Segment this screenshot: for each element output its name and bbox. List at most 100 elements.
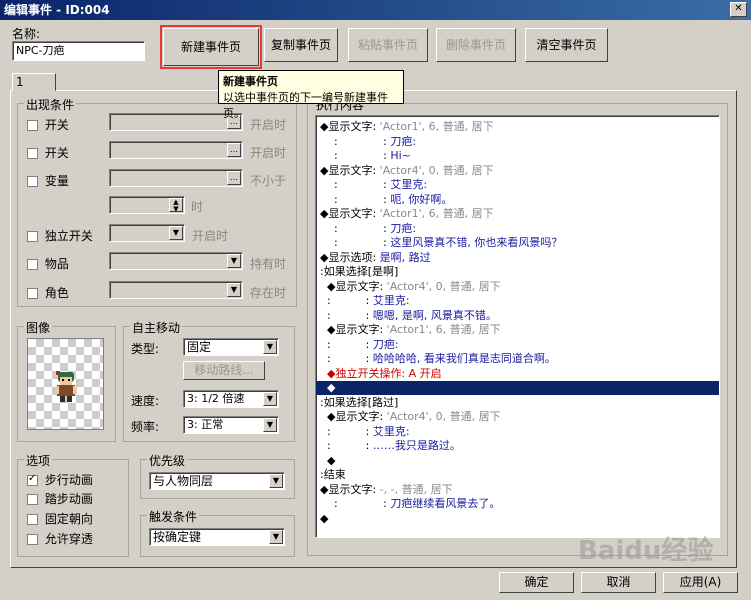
walk-anim-label: 步行动画 — [44, 473, 93, 487]
switch1-checkbox[interactable]: 开关 — [27, 116, 69, 133]
actor-checkbox[interactable]: 角色 — [27, 284, 69, 301]
command-row[interactable]: : : 呃, 你好啊。 — [320, 193, 452, 207]
command-text: ……我只是路过。 — [372, 439, 461, 452]
command-row[interactable]: ◆显示文字: -, -, 普通, 居下 — [320, 483, 453, 497]
self-switch-checkbox[interactable]: 独立开关 — [27, 227, 93, 244]
actor-suffix: 存在时 — [250, 286, 287, 300]
cancel-button[interactable]: 取消 — [581, 572, 656, 593]
command-text: -, -, 普通, 居下 — [376, 482, 453, 496]
command-text: 'Actor1', 6, 普通, 居下 — [376, 120, 494, 133]
move-route-button[interactable]: 移动路线... — [183, 361, 265, 380]
command-text: 刀疤: — [372, 337, 399, 351]
command-row[interactable]: :如果选择[是啊] — [320, 265, 398, 279]
walk-anim-checkbox[interactable]: 步行动画 — [27, 471, 93, 488]
fixed-direction-checkbox[interactable]: 固定朝向 — [27, 510, 93, 527]
command-row[interactable]: : : 刀疤继续看风景去了。 — [320, 497, 500, 511]
frequency-select[interactable]: 3: 正常 ▼ — [183, 416, 279, 434]
command-row[interactable]: : : 刀疤: — [320, 222, 416, 236]
self-switch-select[interactable]: ▼ — [109, 224, 185, 242]
priority-select[interactable]: 与人物同层 ▼ — [149, 472, 285, 490]
command-text: 'Actor4', 0, 普通, 居下 — [383, 410, 501, 423]
title-bar: 编辑事件 - ID:004 — [0, 0, 751, 20]
command-row[interactable]: :如果选择[路过] — [320, 396, 398, 410]
item-checkbox[interactable]: 物品 — [27, 255, 69, 272]
checkbox-box — [27, 259, 38, 270]
command-row[interactable]: : : 刀疤: — [320, 338, 399, 352]
command-text: 'Actor4', 0, 普通, 居下 — [376, 163, 494, 177]
command-row[interactable]: ◆显示文字: 'Actor4', 0, 普通, 居下 — [320, 410, 501, 424]
item-label: 物品 — [44, 257, 69, 271]
switch2-checkbox[interactable]: 开关 — [27, 144, 69, 161]
step-anim-checkbox[interactable]: 踏步动画 — [27, 490, 93, 507]
command-row[interactable]: ◆显示文字: 'Actor1', 6, 普通, 居下 — [320, 207, 494, 221]
command-row[interactable]: ◆独立开关操作: A 开启 — [320, 367, 442, 381]
name-input[interactable]: NPC-刀疤 — [12, 41, 145, 61]
copy-page-button[interactable]: 复制事件页 — [264, 28, 338, 62]
tab-label: 1 — [16, 75, 24, 89]
command-row[interactable]: : : 艾里克: — [320, 425, 410, 439]
checkbox-box — [27, 231, 38, 242]
command-text: : : — [320, 308, 373, 322]
command-row[interactable]: : : 哈哈哈哈, 看来我们真是志同道合啊。 — [320, 352, 556, 366]
delete-page-button[interactable]: 删除事件页 — [436, 28, 516, 62]
actor-select[interactable]: ▼ — [109, 281, 243, 299]
trigger-select[interactable]: 按确定键 ▼ — [149, 528, 285, 546]
command-row[interactable]: : : Hi~ — [320, 149, 411, 163]
new-page-button[interactable]: 新建事件页 — [160, 25, 262, 69]
command-row[interactable]: ◆ — [316, 381, 719, 395]
watermark-text: Baidu经验 — [578, 536, 714, 566]
command-text: 这里风景真不错, 你也来看风景吗？ — [390, 236, 563, 249]
through-checkbox[interactable]: 允许穿透 — [27, 530, 93, 547]
tab-page-1[interactable]: 1 — [12, 73, 56, 91]
dots-icon: … — [227, 171, 241, 185]
command-text: 刀疤继续看风景去了。 — [390, 497, 501, 510]
item-suffix: 持有时 — [250, 257, 287, 271]
command-row[interactable]: : : 艾里克: — [320, 294, 410, 308]
trigger-title: 触发条件 — [147, 508, 200, 525]
command-row[interactable]: ◆显示文字: 'Actor1', 6, 普通, 居下 — [320, 120, 494, 134]
command-text: 刀疤: — [390, 134, 417, 148]
close-window-button[interactable]: ✕ — [730, 2, 747, 17]
command-text: ◆ — [320, 511, 329, 525]
variable-checkbox[interactable]: 变量 — [27, 172, 69, 189]
checkbox-box — [27, 514, 38, 525]
command-row[interactable]: ◆ — [320, 512, 328, 526]
checkbox-box — [27, 120, 38, 131]
switch1-label: 开关 — [44, 118, 69, 132]
command-text: 艾里克: — [372, 294, 410, 307]
self-switch-label: 独立开关 — [44, 229, 93, 243]
command-row[interactable]: ◆显示文字: 'Actor4', 0, 普通, 居下 — [320, 164, 494, 178]
command-row[interactable]: : : 刀疤: — [320, 135, 416, 149]
checkbox-box — [27, 148, 38, 159]
type-select[interactable]: 固定 ▼ — [183, 338, 279, 356]
variable-select[interactable]: … — [109, 169, 243, 187]
command-row[interactable]: : : 嗯嗯, 是啊, 风景真不错。 — [320, 309, 497, 323]
apply-button[interactable]: 应用(A) — [663, 572, 738, 593]
command-text: : : — [320, 134, 391, 148]
command-row[interactable]: :结束 — [320, 468, 346, 482]
chevron-down-icon: ▼ — [169, 226, 183, 240]
command-text: : : — [320, 221, 391, 235]
paste-page-button[interactable]: 粘贴事件页 — [348, 28, 428, 62]
command-row[interactable]: ◆显示选项: 是啊, 路过 — [320, 251, 431, 265]
command-row[interactable]: : : 这里风景真不错, 你也来看风景吗？ — [320, 236, 562, 250]
command-row[interactable]: ◆ — [320, 454, 335, 468]
chevron-down-icon: ▼ — [269, 474, 283, 488]
command-row[interactable]: ◆显示文字: 'Actor4', 0, 普通, 居下 — [320, 280, 501, 294]
command-text: : : — [320, 497, 391, 510]
ok-button[interactable]: 确定 — [499, 572, 574, 593]
speed-select[interactable]: 3: 1/2 倍速 ▼ — [183, 390, 279, 408]
command-row[interactable]: : : ……我只是路过。 — [320, 439, 461, 453]
command-text: ◆显示文字: — [320, 323, 384, 336]
command-row[interactable]: : : 艾里克: — [320, 178, 427, 192]
command-text: : : — [320, 178, 391, 191]
clear-page-button[interactable]: 清空事件页 — [525, 28, 608, 62]
command-list[interactable]: ◆显示文字: 'Actor1', 6, 普通, 居下 : : 刀疤: : : H… — [315, 115, 720, 538]
character-image-preview[interactable] — [27, 338, 104, 430]
variable-value-spinner[interactable]: ▲ ▼ — [109, 196, 185, 214]
command-row[interactable]: ◆显示文字: 'Actor1', 6, 普通, 居下 — [320, 323, 501, 337]
switch2-select[interactable]: … — [109, 141, 243, 159]
command-text: :结束 — [320, 468, 346, 481]
self-switch-suffix: 开启时 — [192, 229, 229, 243]
item-select[interactable]: ▼ — [109, 252, 243, 270]
